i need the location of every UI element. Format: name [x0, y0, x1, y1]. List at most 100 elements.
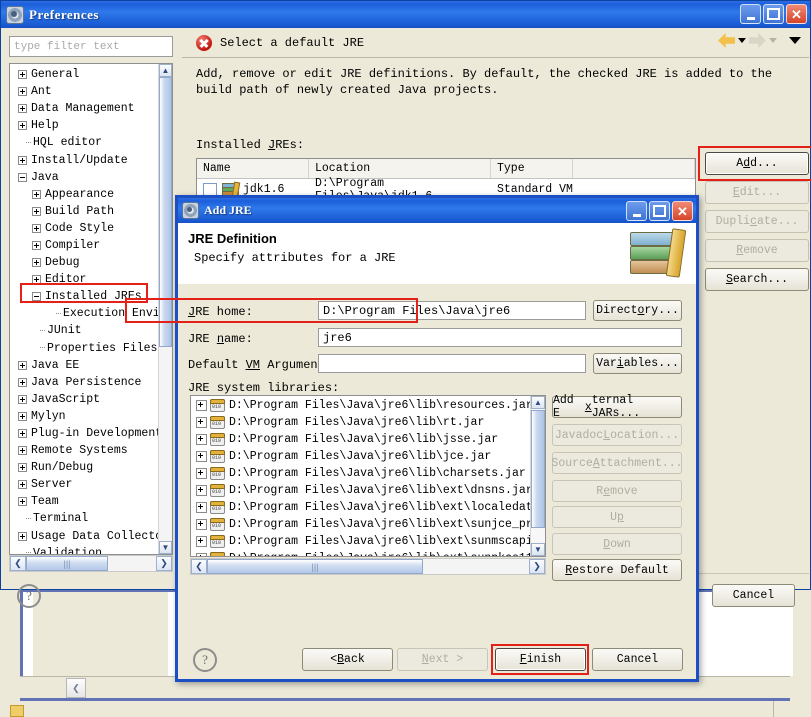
expand-plus-icon[interactable] [196, 434, 207, 445]
sidebar-item-general[interactable]: General [10, 66, 162, 83]
libraries-hscroll-right-button[interactable]: ❯ [529, 559, 545, 574]
sidebar-item-java-persistence[interactable]: Java Persistence [10, 374, 162, 391]
preferences-close-button[interactable]: ✕ [786, 4, 807, 24]
sidebar-item-appearance[interactable]: Appearance [10, 186, 162, 203]
sidebar-item-help[interactable]: Help [10, 117, 162, 134]
expand-plus-icon[interactable] [18, 446, 27, 456]
directory-button[interactable]: Direct o ry... [593, 300, 682, 321]
libraries-hscroll-left-button[interactable]: ❮ [191, 559, 207, 574]
sidebar-item-team[interactable]: Team [10, 493, 162, 510]
expand-plus-icon[interactable] [32, 206, 41, 216]
sidebar-item-install-update[interactable]: Install/Update [10, 151, 162, 168]
list-item[interactable]: 010 D:\Program Files\Java\jre6\lib\resour… [191, 397, 535, 414]
expand-plus-icon[interactable] [18, 121, 27, 131]
workbench-hscroll-left-button[interactable]: ❮ [66, 678, 86, 698]
expand-plus-icon[interactable] [196, 553, 207, 556]
expand-plus-icon[interactable] [196, 502, 207, 513]
search-button[interactable]: Search... [705, 268, 809, 291]
expand-plus-icon[interactable] [18, 360, 27, 370]
expand-plus-icon[interactable] [32, 258, 41, 268]
expand-plus-icon[interactable] [18, 104, 27, 114]
jre-name-input[interactable]: jre6 [318, 328, 682, 347]
sidebar-item-server[interactable]: Server [10, 476, 162, 493]
back-button[interactable]: < Back [302, 648, 393, 671]
list-item[interactable]: 010 D:\Program Files\Java\jre6\lib\rt.jar [191, 414, 535, 431]
preferences-minimize-button[interactable] [740, 4, 761, 24]
filter-input[interactable]: type filter text [9, 36, 173, 57]
sidebar-item-properties-files-e[interactable]: Properties Files E [10, 340, 171, 357]
tree-scroll-down-button[interactable]: ▼ [159, 541, 172, 554]
expand-plus-icon[interactable] [18, 70, 27, 80]
sidebar-item-ant[interactable]: Ant [10, 83, 162, 100]
column-header-location[interactable]: Location [309, 159, 491, 178]
libraries-hscroll-thumb[interactable]: ||| [207, 559, 423, 574]
sidebar-item-mylyn[interactable]: Mylyn [10, 408, 162, 425]
column-header-extra[interactable] [573, 159, 695, 178]
libraries-scroll-thumb[interactable] [531, 410, 545, 528]
add-jre-maximize-button[interactable] [649, 201, 670, 221]
restore-default-button[interactable]: Restore Default [552, 559, 682, 581]
preferences-maximize-button[interactable] [763, 4, 784, 24]
sidebar-item-junit[interactable]: JUnit [10, 322, 162, 339]
libraries-scroll-up-button[interactable]: ▲ [531, 396, 545, 409]
add-jre-help-icon[interactable]: ? [193, 648, 217, 672]
sidebar-item-validation[interactable]: Validation [10, 545, 162, 554]
sidebar-item-plug-in-development[interactable]: Plug-in Development [10, 425, 162, 442]
variables-button[interactable]: Var i ables... [593, 353, 682, 374]
expand-plus-icon[interactable] [196, 485, 207, 496]
expand-plus-icon[interactable] [18, 429, 27, 439]
expand-plus-icon[interactable] [32, 189, 41, 199]
arrow-left-icon[interactable] [718, 33, 735, 48]
expand-plus-icon[interactable] [18, 531, 27, 541]
expand-plus-icon[interactable] [32, 240, 41, 250]
libraries-horizontal-scrollbar[interactable]: ❮ ||| ❯ [190, 558, 546, 575]
sidebar-item-usage-data-collector[interactable]: Usage Data Collector [10, 528, 169, 545]
libraries-vertical-scrollbar[interactable]: ▲ ▼ [530, 396, 545, 556]
expand-plus-icon[interactable] [18, 411, 27, 421]
expand-plus-icon[interactable] [32, 223, 41, 233]
add-jre-titlebar[interactable]: Add JRE ✕ [178, 198, 696, 223]
add-jre-close-button[interactable]: ✕ [672, 201, 693, 221]
expand-plus-icon[interactable] [18, 463, 27, 473]
column-header-type[interactable]: Type [491, 159, 573, 178]
expand-plus-icon[interactable] [18, 155, 27, 165]
sidebar-item-data-management[interactable]: Data Management [10, 100, 162, 117]
expand-plus-icon[interactable] [196, 400, 207, 411]
collapse-minus-icon[interactable] [18, 172, 27, 182]
preferences-titlebar[interactable]: Preferences ✕ [1, 1, 810, 28]
column-header-name[interactable]: Name [197, 159, 309, 178]
add-jre-cancel-button[interactable]: Cancel [592, 648, 683, 671]
list-item[interactable]: 010 D:\Program Files\Java\jre6\lib\ext\su… [191, 533, 545, 550]
sidebar-item-debug[interactable]: Debug [10, 254, 162, 271]
sidebar-item-compiler[interactable]: Compiler [10, 237, 162, 254]
tree-hscroll-thumb[interactable]: ||| [26, 556, 108, 571]
list-item[interactable]: 010 D:\Program Files\Java\jre6\lib\ext\dn… [191, 482, 535, 499]
expand-plus-icon[interactable] [18, 480, 27, 490]
expand-plus-icon[interactable] [196, 536, 207, 547]
expand-plus-icon[interactable] [196, 468, 207, 479]
sidebar-item-hql-editor[interactable]: HQL editor [10, 134, 162, 151]
sidebar-item-java-ee[interactable]: Java EE [10, 357, 162, 374]
list-item[interactable]: 010 D:\Program Files\Java\jre6\lib\jce.ja… [191, 448, 535, 465]
sidebar-item-run-debug[interactable]: Run/Debug [10, 459, 162, 476]
tree-hscroll-right-button[interactable]: ❯ [156, 556, 172, 571]
expand-plus-icon[interactable] [18, 377, 27, 387]
list-item[interactable]: 010 D:\Program Files\Java\jre6\lib\charse… [191, 465, 535, 482]
expand-plus-icon[interactable] [196, 451, 207, 462]
list-item[interactable]: 010 D:\Program Files\Java\jre6\lib\ext\su… [191, 516, 545, 533]
vm-arguments-input[interactable] [318, 354, 586, 373]
jre-system-libraries-list[interactable]: 010 D:\Program Files\Java\jre6\lib\resour… [190, 395, 546, 557]
tree-horizontal-scrollbar[interactable]: ❮ ||| ❯ [9, 555, 173, 572]
expand-plus-icon[interactable] [18, 87, 27, 97]
list-item[interactable]: 010 D:\Program Files\Java\jre6\lib\ext\lo… [191, 499, 545, 516]
list-item[interactable]: 010 D:\Program Files\Java\jre6\lib\ext\su… [191, 550, 545, 556]
preferences-cancel-button[interactable]: Cancel [712, 584, 795, 607]
preferences-help-icon[interactable]: ? [17, 584, 41, 608]
tree-scroll-up-button[interactable]: ▲ [159, 64, 172, 77]
sidebar-item-javascript[interactable]: JavaScript [10, 391, 162, 408]
tree-hscroll-left-button[interactable]: ❮ [10, 556, 26, 571]
sidebar-item-java[interactable]: Java [10, 169, 162, 186]
expand-plus-icon[interactable] [196, 417, 207, 428]
expand-plus-icon[interactable] [18, 497, 27, 507]
add-external-jars-button[interactable]: Add E x ternal JARs... [552, 394, 682, 420]
